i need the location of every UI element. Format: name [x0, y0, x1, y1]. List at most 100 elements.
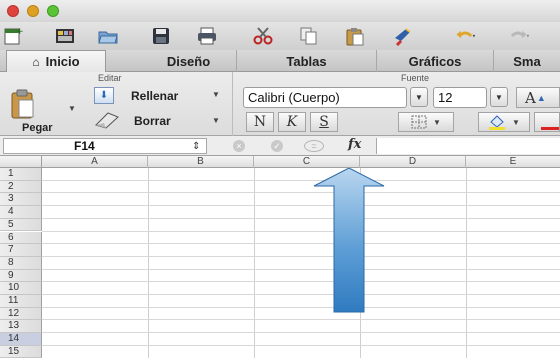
row-header[interactable]: 9	[0, 269, 42, 283]
column-gridline	[148, 168, 149, 358]
column-header-a[interactable]: A	[42, 156, 148, 168]
borders-icon	[411, 115, 427, 129]
fill-button[interactable]: ⬇ Rellenar ▼	[94, 87, 222, 105]
redo-button[interactable]: ▾	[500, 24, 540, 48]
chevron-down-icon: ▼	[512, 117, 520, 127]
fx-label: fx	[348, 137, 362, 152]
column-header-d[interactable]: D	[360, 156, 466, 168]
save-button[interactable]	[148, 24, 174, 48]
row-header[interactable]: 12	[0, 307, 42, 321]
row-header[interactable]: 5	[0, 218, 42, 232]
svg-text:▾: ▾	[527, 33, 530, 39]
font-color-button[interactable]	[534, 112, 560, 132]
cancel-formula-button[interactable]: ×	[232, 138, 246, 154]
font-name-value: Calibri (Cuerpo)	[248, 90, 340, 105]
tab-tablas[interactable]: Tablas	[237, 50, 377, 72]
row-gridline	[42, 281, 560, 283]
group-title-editar: Editar	[98, 73, 122, 83]
row-header[interactable]: 3	[0, 193, 42, 207]
print-button[interactable]	[194, 24, 220, 48]
grow-font-button[interactable]: A ▲	[516, 87, 560, 108]
chevron-down-icon: ▼	[212, 116, 220, 125]
open-button[interactable]	[95, 24, 121, 48]
zoom-window-button[interactable]	[47, 5, 59, 17]
row-gridline	[42, 205, 560, 207]
clear-button[interactable]: Borrar ▼	[94, 110, 222, 130]
paste-big-button[interactable]: ▼ Pegar	[6, 82, 76, 134]
enter-formula-button[interactable]: ✓	[270, 138, 284, 154]
formula-input[interactable]	[376, 138, 560, 154]
row-header[interactable]: 8	[0, 256, 42, 270]
tab-diseno[interactable]: Diseño	[141, 50, 237, 72]
row-header[interactable]: 2	[0, 180, 42, 194]
chevron-down-icon: ▼	[212, 90, 220, 99]
ribbon-tabs: ⌂ Inicio Diseño Tablas Gráficos Sma	[0, 50, 560, 72]
chevron-down-icon: ▼	[415, 92, 423, 102]
row-header[interactable]: 14	[0, 333, 42, 346]
italic-button[interactable]: K	[278, 112, 306, 132]
column-header-c[interactable]: C	[254, 156, 360, 168]
svg-text:▾: ▾	[473, 33, 476, 39]
fill-color-button[interactable]: ▼	[478, 112, 530, 132]
font-size-arrow[interactable]: ▼	[490, 87, 508, 107]
tab-inicio[interactable]: ⌂ Inicio	[6, 50, 106, 72]
row-gridline	[42, 319, 560, 321]
close-window-button[interactable]	[7, 5, 19, 17]
cut-button[interactable]	[250, 24, 276, 48]
copy-icon	[300, 27, 317, 45]
paste-button[interactable]	[342, 24, 368, 48]
row-header[interactable]: 1	[0, 168, 42, 181]
tab-label: Diseño	[166, 53, 211, 69]
insert-function-button[interactable]: fx	[348, 137, 361, 152]
column-label: E	[509, 156, 517, 167]
underline-button[interactable]: S	[310, 112, 338, 132]
bold-label: N	[253, 114, 267, 130]
undo-button[interactable]: ▾	[446, 24, 486, 48]
row-header[interactable]: 13	[0, 320, 42, 334]
tab-graficos[interactable]: Gráficos	[377, 50, 494, 72]
column-label: B	[197, 156, 204, 167]
row-gridline	[42, 230, 560, 232]
home-icon: ⌂	[32, 54, 40, 69]
copy-button[interactable]	[296, 24, 322, 48]
up-down-arrows-icon: ⇕	[192, 140, 201, 152]
formula-bar: F14 ⇕ × ✓ = fx	[0, 136, 560, 156]
clear-label: Borrar	[134, 114, 171, 128]
chevron-down-icon: ▼	[495, 92, 503, 102]
grow-font-label: A	[525, 88, 536, 107]
row-header[interactable]: 4	[0, 206, 42, 219]
insert-function-oval-button[interactable]: =	[303, 138, 325, 154]
row-header[interactable]: 15	[0, 345, 42, 358]
row-gridline	[42, 243, 560, 245]
row-gridline	[42, 332, 560, 334]
chevron-down-icon: ▼	[433, 117, 441, 127]
group-divider	[232, 72, 233, 136]
spreadsheet-grid[interactable]: 1 2 3 4 5 6 7 8 9 10 11 12 13 14 15	[0, 168, 560, 358]
italic-label: K	[286, 114, 298, 130]
bold-button[interactable]: N	[246, 112, 274, 132]
fill-label: Rellenar	[131, 89, 179, 103]
templates-button[interactable]	[52, 24, 78, 48]
ribbon-panel: Editar ▼ Pegar ⬇ Rellenar ▼ Borrar ▼ Fue…	[0, 72, 560, 136]
row-header[interactable]: 7	[0, 244, 42, 257]
column-label: C	[302, 156, 311, 167]
name-box[interactable]: F14	[3, 138, 207, 154]
font-name-dropdown[interactable]: Calibri (Cuerpo)	[243, 87, 407, 108]
row-header[interactable]: 6	[0, 231, 42, 245]
font-size-dropdown[interactable]: 12	[433, 87, 487, 108]
tab-smartart[interactable]: Sma	[494, 50, 560, 72]
name-box-stepper[interactable]: ⇕	[192, 138, 200, 154]
column-header-e[interactable]: E	[466, 156, 560, 168]
row-header[interactable]: 11	[0, 295, 42, 308]
column-header-b[interactable]: B	[148, 156, 254, 168]
row-header[interactable]: 10	[0, 282, 42, 295]
select-all-corner[interactable]	[0, 156, 42, 168]
borders-button[interactable]: ▼	[398, 112, 454, 132]
font-name-arrow[interactable]: ▼	[410, 87, 428, 107]
new-workbook-button[interactable]: +	[0, 24, 26, 48]
row-gridline	[42, 217, 560, 219]
format-painter-button[interactable]	[390, 24, 416, 48]
cut-icon	[253, 27, 273, 45]
minimize-window-button[interactable]	[27, 5, 39, 17]
redo-icon: ▾	[510, 30, 530, 39]
